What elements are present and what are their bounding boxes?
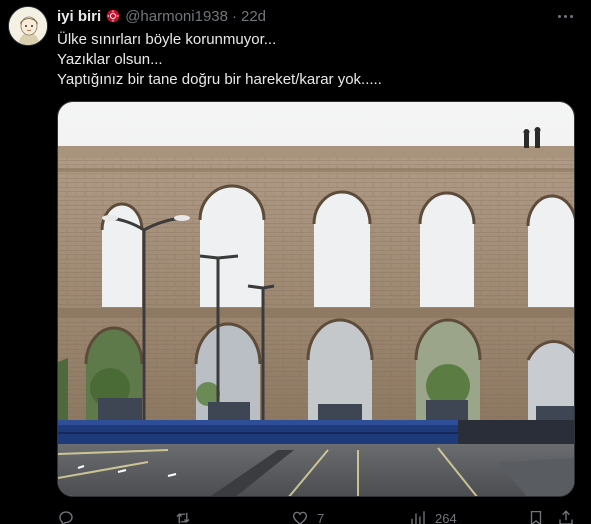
reply-button[interactable]: [57, 509, 83, 524]
tweet-photo[interactable]: [57, 101, 575, 497]
share-icon: [559, 510, 573, 524]
bookmark-button[interactable]: [527, 509, 545, 524]
tweet-text-line: Yazıklar olsun...: [57, 51, 163, 68]
post-time[interactable]: 22d: [241, 8, 266, 25]
like-count: 7: [317, 510, 325, 524]
aqueduct: [58, 146, 574, 422]
like-button[interactable]: 7: [291, 509, 324, 524]
views-button[interactable]: 264: [409, 509, 457, 524]
share-button[interactable]: [557, 509, 575, 524]
police-line: [58, 420, 574, 444]
views-count: 264: [435, 510, 457, 524]
badge-icon: [105, 8, 121, 24]
avatar[interactable]: [8, 6, 48, 46]
user-handle[interactable]: @harmoni1938: [125, 8, 228, 25]
separator-dot: ·: [231, 7, 237, 25]
tweet[interactable]: iyi biri @harmoni1938 · 22d Ülke sınırla…: [0, 0, 591, 524]
bookmark-icon: [530, 510, 542, 524]
repost-icon: [176, 512, 190, 524]
tweet-header: iyi biri @harmoni1938 · 22d: [57, 6, 266, 26]
tweet-text-line: Ülke sınırları böyle korunmuyor...: [57, 31, 277, 48]
like-icon: [292, 511, 308, 524]
views-icon: [411, 511, 425, 524]
tweet-text: Ülke sınırları böyle korunmuyor... Yazık…: [57, 30, 577, 90]
aqueduct-photo: [58, 102, 574, 496]
reply-icon: [59, 511, 73, 524]
display-name[interactable]: iyi biri: [57, 8, 101, 25]
tweet-text-line: Yaptığınız bir tane doğru bir hareket/ka…: [57, 71, 382, 88]
repost-button[interactable]: [174, 509, 200, 524]
more-icon[interactable]: [555, 8, 575, 24]
avatar-illustration: [9, 7, 47, 45]
action-bar: 7 264: [57, 509, 577, 524]
